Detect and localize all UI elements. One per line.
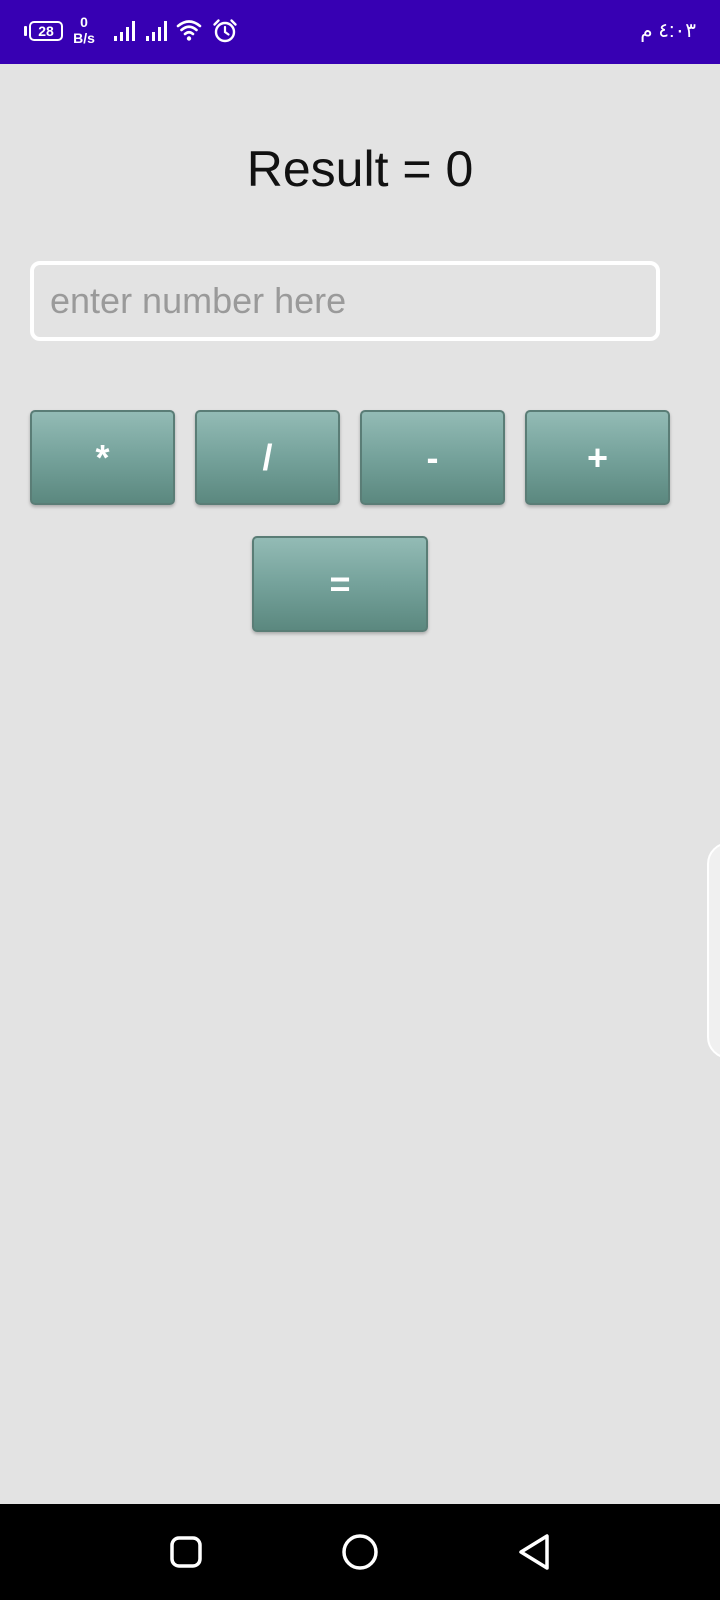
result-label: Result = 0 <box>246 141 474 197</box>
battery-level: 28 <box>29 21 63 41</box>
network-speed: 0 B/s <box>70 14 98 46</box>
alarm-icon <box>213 19 237 43</box>
recents-icon[interactable] <box>166 1532 206 1572</box>
wifi-icon <box>176 20 202 41</box>
back-icon[interactable] <box>514 1532 554 1572</box>
status-time: ٤:٠٣ م <box>640 20 696 42</box>
subtract-button[interactable]: - <box>360 410 505 505</box>
add-button[interactable]: + <box>525 410 670 505</box>
network-speed-value: 0 <box>80 14 88 30</box>
signal-icon <box>114 21 135 41</box>
equals-button[interactable]: = <box>252 536 428 632</box>
battery-icon: 28 <box>24 21 63 41</box>
number-input[interactable] <box>30 261 660 341</box>
status-bar: 28 0 B/s ٤:٠٣ م <box>0 0 720 64</box>
home-icon[interactable] <box>340 1532 380 1572</box>
navigation-bar <box>0 1504 720 1600</box>
network-speed-unit: B/s <box>73 30 95 46</box>
signal-icon <box>146 21 167 41</box>
edge-panel-handle[interactable] <box>707 842 720 1059</box>
multiply-button[interactable]: * <box>30 410 175 505</box>
divide-button[interactable]: / <box>195 410 340 505</box>
